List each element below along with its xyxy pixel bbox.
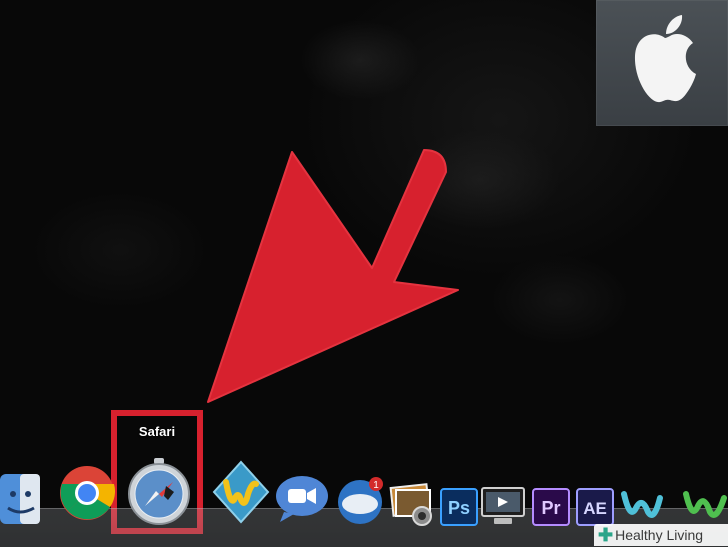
wave-app-icon (621, 491, 727, 518)
dock-item-facetime[interactable] (274, 474, 330, 529)
facetime-icon (276, 476, 328, 522)
photoshop-icon: Ps (440, 488, 478, 526)
safari-icon (128, 458, 190, 525)
after-effects-label: AE (583, 499, 607, 518)
photos-icon (389, 483, 432, 526)
dock-item-mail[interactable]: 1 (334, 474, 390, 535)
dock-item-finder[interactable] (0, 470, 44, 531)
after-effects-icon: AE (576, 488, 614, 526)
w-app-icon (212, 460, 270, 524)
mail-icon: 1 (338, 477, 383, 524)
dvd-player-icon (481, 487, 525, 524)
finder-icon (0, 474, 40, 524)
dock-item-premiere[interactable]: Pr (532, 488, 570, 531)
chrome-icon (60, 466, 116, 520)
dock-tooltip: Safari (138, 424, 176, 439)
premiere-label: Pr (541, 498, 560, 518)
dock-item-safari[interactable] (126, 456, 192, 531)
dock-item-image-capture[interactable] (388, 480, 434, 531)
watermark-text: Healthy Living (615, 527, 704, 543)
dock-item-photoshop[interactable]: Ps (440, 488, 478, 531)
plus-icon: ✚ (598, 525, 614, 545)
photoshop-label: Ps (448, 498, 470, 518)
dock-item-w-app[interactable] (212, 460, 270, 529)
svg-text:1: 1 (373, 480, 379, 491)
premiere-icon: Pr (532, 488, 570, 526)
dock-item-chrome[interactable] (58, 464, 116, 527)
dock-item-dvd-player[interactable] (480, 486, 526, 533)
healthy-living-watermark: ✚ Healthy Living (594, 524, 728, 546)
